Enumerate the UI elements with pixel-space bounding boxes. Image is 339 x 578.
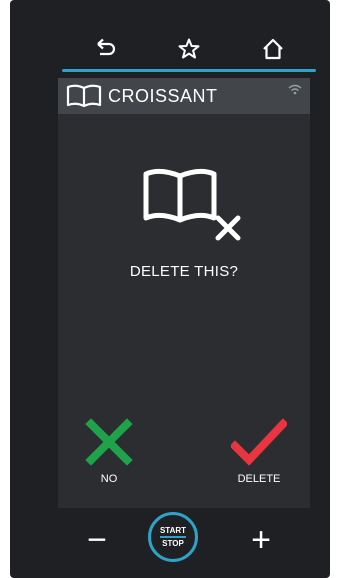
- favorite-button-indicator: [146, 69, 232, 72]
- back-button[interactable]: [62, 30, 148, 72]
- appliance-panel: CROISSANT DELETE THIS? NO DELETE − START…: [10, 0, 330, 578]
- star-icon: [178, 38, 200, 59]
- stop-label: STOP: [162, 539, 184, 548]
- minus-button[interactable]: −: [82, 520, 112, 560]
- no-button[interactable]: NO: [74, 418, 144, 485]
- recipe-title: CROISSANT: [108, 85, 218, 106]
- book-delete-icon: [143, 168, 241, 241]
- delete-label: DELETE: [237, 473, 281, 485]
- dialog-screen: CROISSANT DELETE THIS? NO DELETE: [58, 78, 310, 508]
- back-button-indicator: [62, 69, 148, 72]
- bottom-controls: − START STOP +: [10, 512, 330, 572]
- start-stop-button[interactable]: START STOP: [148, 512, 198, 562]
- start-stop-divider: [160, 536, 186, 538]
- plus-button[interactable]: +: [246, 520, 276, 560]
- no-label: NO: [100, 473, 118, 485]
- favorite-button[interactable]: [146, 30, 232, 72]
- delete-button[interactable]: DELETE: [224, 418, 294, 485]
- home-button[interactable]: [230, 30, 316, 72]
- delete-question: DELETE THIS?: [129, 263, 239, 280]
- top-nav: [10, 30, 330, 72]
- book-icon: [66, 84, 102, 108]
- wifi-icon: [288, 84, 302, 95]
- checkmark-icon: [229, 418, 289, 466]
- recipe-header: CROISSANT: [58, 78, 310, 114]
- back-arrow-icon: [97, 38, 116, 56]
- cross-icon: [85, 418, 133, 466]
- home-icon: [263, 38, 283, 60]
- home-button-indicator: [230, 69, 316, 72]
- start-label: START: [159, 526, 187, 535]
